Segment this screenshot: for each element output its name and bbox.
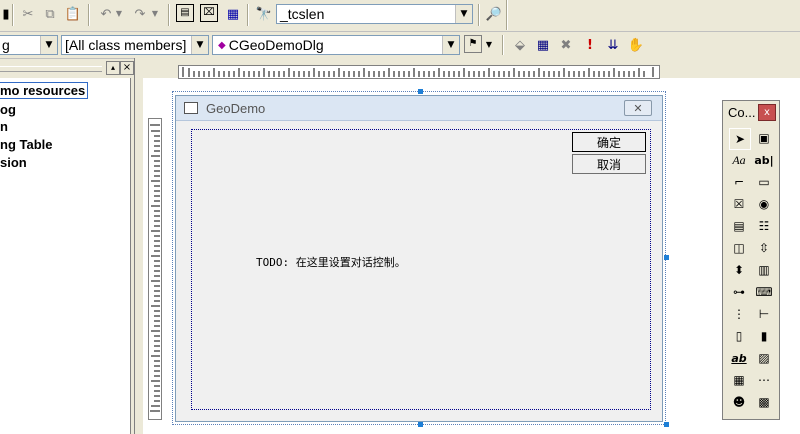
execute-icon[interactable]: ! bbox=[580, 35, 600, 55]
output-window-icon[interactable]: ⌧ bbox=[200, 4, 218, 22]
radio-tool-icon[interactable]: ◉ bbox=[754, 194, 774, 214]
chevron-down-icon[interactable]: ▼ bbox=[191, 36, 208, 54]
search-icon[interactable]: 🔎 bbox=[484, 4, 504, 24]
dialog-preview[interactable]: GeoDemo ✕ 确定 取消 TODO: 在这里设置对话控制。 bbox=[175, 95, 663, 422]
members-combo-value: [All class members] bbox=[65, 37, 187, 53]
tree-item[interactable]: n bbox=[0, 119, 8, 134]
rich-edit-tool-icon[interactable]: ab bbox=[729, 348, 749, 368]
redo-dropdown-icon[interactable]: ▼ bbox=[150, 4, 160, 24]
cancel-button[interactable]: 取消 bbox=[572, 154, 646, 174]
go-icon[interactable]: ⇊ bbox=[603, 35, 623, 55]
toolbox-title: Co... bbox=[728, 104, 756, 120]
hscroll-tool-icon[interactable]: ◫ bbox=[729, 238, 749, 258]
list-box-tool-icon[interactable]: ☷ bbox=[754, 216, 774, 236]
close-icon[interactable]: x bbox=[758, 104, 776, 121]
diamond-icon: ◆ bbox=[218, 39, 226, 51]
custom-control-tool-icon[interactable]: ☻ bbox=[729, 392, 749, 412]
ip-address-tool-icon[interactable]: ⋯ bbox=[754, 370, 774, 390]
window-list-icon[interactable]: ▦ bbox=[223, 4, 243, 24]
tree-item[interactable]: sion bbox=[0, 155, 27, 170]
copy-icon[interactable]: ⧉ bbox=[40, 4, 60, 24]
tree-item[interactable]: og bbox=[0, 102, 16, 117]
horizontal-ruler[interactable] bbox=[178, 65, 660, 79]
toolbox-title-bar: Co... x bbox=[723, 101, 779, 123]
find-in-files-icon[interactable]: 🔭 bbox=[254, 4, 274, 24]
minimize-icon[interactable]: ▴ bbox=[106, 61, 120, 75]
picture-tool-icon[interactable]: ▣ bbox=[754, 128, 774, 148]
standard-toolbar: ▮ ✂ ⧉ 📋 ↶ ▼ ↷ ▼ ▤ ⌧ ▦ 🔭 _tcslen ▼ 🔎 bbox=[0, 0, 800, 32]
wizard-dropdown-icon[interactable]: ▼ bbox=[484, 35, 494, 55]
chevron-down-icon[interactable]: ▼ bbox=[442, 36, 459, 54]
chevron-down-icon[interactable]: ▼ bbox=[455, 5, 472, 23]
class-combo-value: g bbox=[2, 37, 10, 53]
workspace-icon[interactable]: ▤ bbox=[176, 4, 194, 22]
class-combo[interactable]: g ▼ bbox=[0, 35, 58, 55]
cut-icon[interactable]: ✂ bbox=[18, 4, 38, 24]
tree-control-tool-icon[interactable]: ⊢ bbox=[754, 304, 774, 324]
close-icon[interactable]: × bbox=[120, 61, 134, 75]
vertical-ruler[interactable] bbox=[148, 118, 162, 420]
progress-tool-icon[interactable]: ▥ bbox=[754, 260, 774, 280]
resize-handle-right[interactable] bbox=[664, 255, 669, 260]
slider-tool-icon[interactable]: ⊶ bbox=[729, 282, 749, 302]
tab-control-tool-icon[interactable]: ▯ bbox=[729, 326, 749, 346]
resize-handle-top[interactable] bbox=[418, 89, 423, 94]
resource-tree: mo resources og n ng Table sion bbox=[0, 78, 131, 434]
find-combo-value: _tcslen bbox=[280, 6, 325, 22]
compile-icon[interactable]: ⬙ bbox=[510, 35, 530, 55]
tree-item[interactable]: mo resources bbox=[0, 82, 89, 99]
combo-box-tool-icon[interactable]: ▤ bbox=[729, 216, 749, 236]
breakpoint-hand-icon[interactable]: ✋ bbox=[626, 35, 646, 55]
stop-build-icon[interactable]: ✖ bbox=[556, 35, 576, 55]
list-control-tool-icon[interactable]: ⋮ bbox=[729, 304, 749, 324]
editor-left-strip bbox=[134, 58, 143, 434]
dialog-app-icon bbox=[184, 102, 198, 114]
dialog-title-bar: GeoDemo ✕ bbox=[176, 96, 662, 121]
chevron-down-icon[interactable]: ▼ bbox=[40, 36, 57, 54]
spin-tool-icon[interactable]: ⬍ bbox=[729, 260, 749, 280]
controls-toolbox: Co... x ➤ ▣ Aa ab| ⌐ ▭ ☒ ◉ ▤ ☷ ◫ ⇳ ⬍ ▥ ⊶… bbox=[722, 100, 780, 420]
extended-combo-tool-icon[interactable]: ▩ bbox=[754, 392, 774, 412]
pointer-tool-icon[interactable]: ➤ bbox=[729, 128, 751, 150]
wizard-action-icon[interactable]: ⚑ bbox=[464, 35, 482, 53]
dialog-title: GeoDemo bbox=[206, 100, 266, 116]
date-picker-tool-icon[interactable]: ▨ bbox=[754, 348, 774, 368]
button-tool-icon[interactable]: ▭ bbox=[754, 172, 774, 192]
ok-button[interactable]: 确定 bbox=[572, 132, 646, 152]
todo-static-text[interactable]: TODO: 在这里设置对话控制。 bbox=[256, 254, 406, 270]
static-text-tool-icon[interactable]: Aa bbox=[729, 150, 749, 170]
wizard-bar: g ▼ [All class members] ▼ ◆ CGeoDemoDlg … bbox=[0, 32, 800, 59]
members-combo[interactable]: [All class members] ▼ bbox=[61, 35, 209, 55]
find-combo[interactable]: _tcslen ▼ bbox=[276, 4, 473, 24]
edit-box-tool-icon[interactable]: ab| bbox=[754, 150, 774, 170]
undo-dropdown-icon[interactable]: ▼ bbox=[114, 4, 124, 24]
undo-icon[interactable]: ↶ bbox=[96, 4, 116, 24]
dialog-close-button[interactable]: ✕ bbox=[624, 100, 652, 116]
resize-handle-bottom[interactable] bbox=[418, 422, 423, 427]
build-icon[interactable]: ▦ bbox=[533, 35, 553, 55]
vscroll-tool-icon[interactable]: ⇳ bbox=[754, 238, 774, 258]
group-box-tool-icon[interactable]: ⌐ bbox=[729, 172, 749, 192]
tree-item[interactable]: ng Table bbox=[0, 137, 52, 152]
workspace-header: ▴ × bbox=[0, 60, 134, 78]
grip-bar bbox=[0, 66, 102, 72]
month-calendar-tool-icon[interactable]: ▦ bbox=[729, 370, 749, 390]
function-combo[interactable]: ◆ CGeoDemoDlg ▼ bbox=[212, 35, 460, 55]
checkbox-tool-icon[interactable]: ☒ bbox=[729, 194, 749, 214]
animate-tool-icon[interactable]: ▮ bbox=[754, 326, 774, 346]
hotkey-tool-icon[interactable]: ⌨ bbox=[754, 282, 774, 302]
function-combo-value: CGeoDemoDlg bbox=[228, 37, 324, 53]
resize-handle-corner[interactable] bbox=[664, 422, 669, 427]
paste-icon[interactable]: 📋 bbox=[63, 4, 83, 24]
redo-icon[interactable]: ↷ bbox=[130, 4, 150, 24]
